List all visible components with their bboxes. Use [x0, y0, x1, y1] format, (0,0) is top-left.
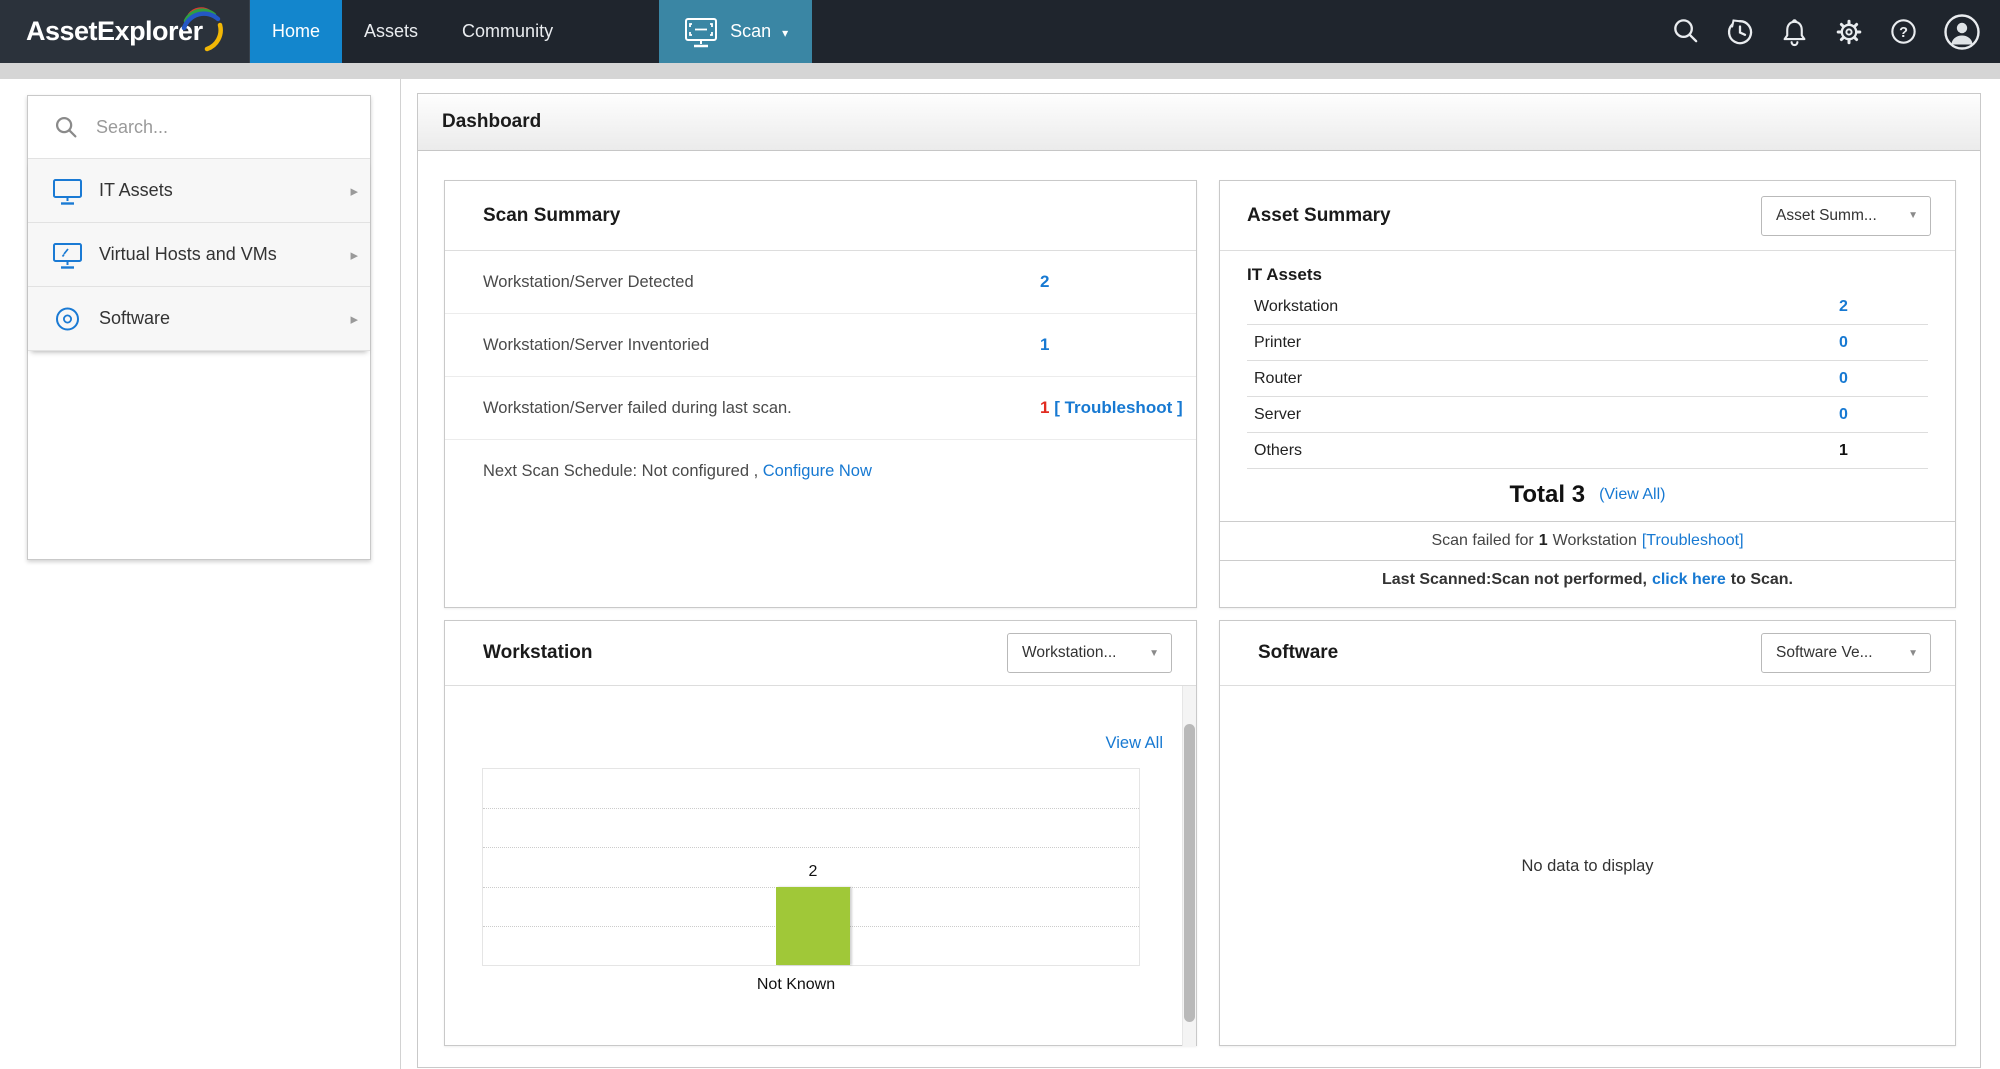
- bar-category-label: Not Known: [482, 976, 1140, 994]
- inventoried-count-link[interactable]: 1: [1040, 335, 1049, 355]
- table-row: Printer 0: [1247, 325, 1928, 361]
- main-panel: Dashboard Scan Summary Workstation/Serve…: [417, 93, 1981, 1068]
- sidebar-item-label: Virtual Hosts and VMs: [99, 244, 335, 265]
- failed-count: 1: [1040, 398, 1049, 417]
- virtual-monitor-icon: [51, 240, 84, 270]
- header-divider-strip: [0, 63, 2000, 79]
- troubleshoot-link[interactable]: [Troubleshoot]: [1642, 532, 1744, 550]
- chevron-down-icon: ▼: [1908, 210, 1918, 221]
- monitor-icon: [51, 176, 84, 206]
- view-all-link[interactable]: View All: [1106, 734, 1163, 753]
- table-row: Others 1: [1247, 433, 1928, 469]
- sidebar-items: IT Assets ▸ Virtual Hosts and VMs ▸: [28, 159, 370, 351]
- scan-summary-header: Scan Summary: [445, 181, 1196, 251]
- tab-community[interactable]: Community: [440, 0, 575, 63]
- card-title: Software: [1258, 642, 1338, 664]
- asset-total-row: Total 3 (View All): [1220, 469, 1955, 521]
- table-row: Server 0: [1247, 397, 1928, 433]
- configure-now-link[interactable]: Configure Now: [763, 462, 872, 480]
- scan-monitor-icon: [683, 16, 719, 48]
- card-title: Workstation: [483, 642, 592, 664]
- sidebar-item-it-assets[interactable]: IT Assets ▸: [28, 159, 370, 223]
- search-icon: [51, 112, 81, 142]
- last-scanned-note: Last Scanned:Scan not performed, click h…: [1220, 561, 1955, 599]
- chevron-right-icon: ▸: [350, 310, 358, 328]
- software-header: Software Software Ve... ▼: [1220, 621, 1955, 686]
- printer-count-link[interactable]: 0: [1839, 334, 1848, 352]
- schedule-text: Next Scan Schedule: Not configured ,: [483, 462, 763, 480]
- scan-summary-row: Workstation/Server Detected 2: [445, 251, 1196, 314]
- scan-caret-icon: ▾: [782, 26, 788, 40]
- svg-text:?: ?: [1899, 25, 1908, 41]
- scan-failed-note: Scan failed for 1 Workstation [Troublesh…: [1220, 522, 1955, 560]
- asset-summary-card: Asset Summary Asset Summ... ▼ IT Assets …: [1219, 180, 1956, 608]
- asset-summary-dropdown[interactable]: Asset Summ... ▼: [1761, 196, 1931, 236]
- search-input[interactable]: [96, 117, 316, 138]
- scan-schedule-row: Next Scan Schedule: Not configured , Con…: [445, 440, 1196, 503]
- workstation-chart: View All 2 Not Known: [445, 686, 1196, 1046]
- asset-group-title: IT Assets: [1247, 259, 1928, 289]
- tab-home[interactable]: Home: [250, 0, 342, 63]
- workstation-header: Workstation Workstation... ▼: [445, 621, 1196, 686]
- search-icon[interactable]: [1670, 16, 1701, 47]
- total-label: Total 3: [1510, 481, 1586, 509]
- chevron-down-icon: ▼: [1908, 648, 1918, 659]
- disc-icon: [51, 304, 84, 334]
- detected-count-link[interactable]: 2: [1040, 272, 1049, 292]
- history-icon[interactable]: [1724, 16, 1756, 48]
- asset-summary-table: IT Assets Workstation 2 Printer 0 Router: [1220, 251, 1955, 469]
- router-count-link[interactable]: 0: [1839, 370, 1848, 388]
- card-title: Scan Summary: [483, 205, 620, 227]
- asset-summary-header: Asset Summary Asset Summ... ▼: [1220, 181, 1955, 251]
- sidebar-item-label: Software: [99, 308, 335, 329]
- empty-state-message: No data to display: [1220, 686, 1955, 1046]
- sidebar-item-software[interactable]: Software ▸: [28, 287, 370, 351]
- chevron-right-icon: ▸: [350, 246, 358, 264]
- asset-explorer-app: AssetExplorer Home Assets Community: [0, 0, 2000, 1069]
- software-dropdown[interactable]: Software Ve... ▼: [1761, 633, 1931, 673]
- click-here-link[interactable]: click here: [1652, 571, 1726, 589]
- sidebar-item-virtual-hosts[interactable]: Virtual Hosts and VMs ▸: [28, 223, 370, 287]
- tab-assets[interactable]: Assets: [342, 0, 440, 63]
- sidebar: IT Assets ▸ Virtual Hosts and VMs ▸: [0, 79, 401, 1069]
- software-card: Software Software Ve... ▼ No data to dis…: [1219, 620, 1956, 1046]
- scan-summary-row: Workstation/Server failed during last sc…: [445, 377, 1196, 440]
- scan-summary-card: Scan Summary Workstation/Server Detected…: [444, 180, 1197, 608]
- chart-scrollbar: [1182, 686, 1196, 1046]
- app-logo[interactable]: AssetExplorer: [0, 0, 250, 63]
- settings-icon[interactable]: [1833, 16, 1865, 48]
- troubleshoot-link[interactable]: [ Troubleshoot ]: [1054, 398, 1182, 417]
- sidebar-item-label: IT Assets: [99, 180, 335, 201]
- account-icon[interactable]: [1942, 12, 1982, 52]
- page-title: Dashboard: [442, 111, 541, 133]
- navbar-actions: ?: [1670, 0, 2000, 63]
- bar-value-label: 2: [776, 863, 850, 881]
- scan-label: Scan: [730, 21, 771, 42]
- scan-summary-row: Workstation/Server Inventoried 1: [445, 314, 1196, 377]
- server-count-link[interactable]: 0: [1839, 406, 1848, 424]
- workstation-dropdown[interactable]: Workstation... ▼: [1007, 633, 1172, 673]
- table-row: Workstation 2: [1247, 289, 1928, 325]
- page-header: Dashboard: [418, 94, 1980, 151]
- notifications-icon[interactable]: [1779, 16, 1810, 48]
- chevron-down-icon: ▼: [1149, 648, 1159, 659]
- logo-swirl-icon: [176, 2, 224, 54]
- chart-bar[interactable]: [776, 887, 850, 965]
- chevron-right-icon: ▸: [350, 182, 358, 200]
- scrollbar-thumb[interactable]: [1184, 724, 1195, 1022]
- workstation-card: Workstation Workstation... ▼ View All: [444, 620, 1197, 1046]
- help-icon[interactable]: ?: [1888, 16, 1919, 47]
- card-title: Asset Summary: [1247, 205, 1391, 227]
- bar-chart-plot: 2: [482, 768, 1140, 966]
- top-navbar: AssetExplorer Home Assets Community: [0, 0, 2000, 63]
- sidebar-search: [28, 96, 370, 159]
- workstation-count-link[interactable]: 2: [1839, 298, 1848, 316]
- scan-menu-button[interactable]: Scan ▾: [659, 0, 812, 63]
- table-row: Router 0: [1247, 361, 1928, 397]
- sidebar-card: IT Assets ▸ Virtual Hosts and VMs ▸: [27, 95, 371, 560]
- others-count: 1: [1839, 442, 1848, 460]
- view-all-link[interactable]: (View All): [1599, 486, 1665, 504]
